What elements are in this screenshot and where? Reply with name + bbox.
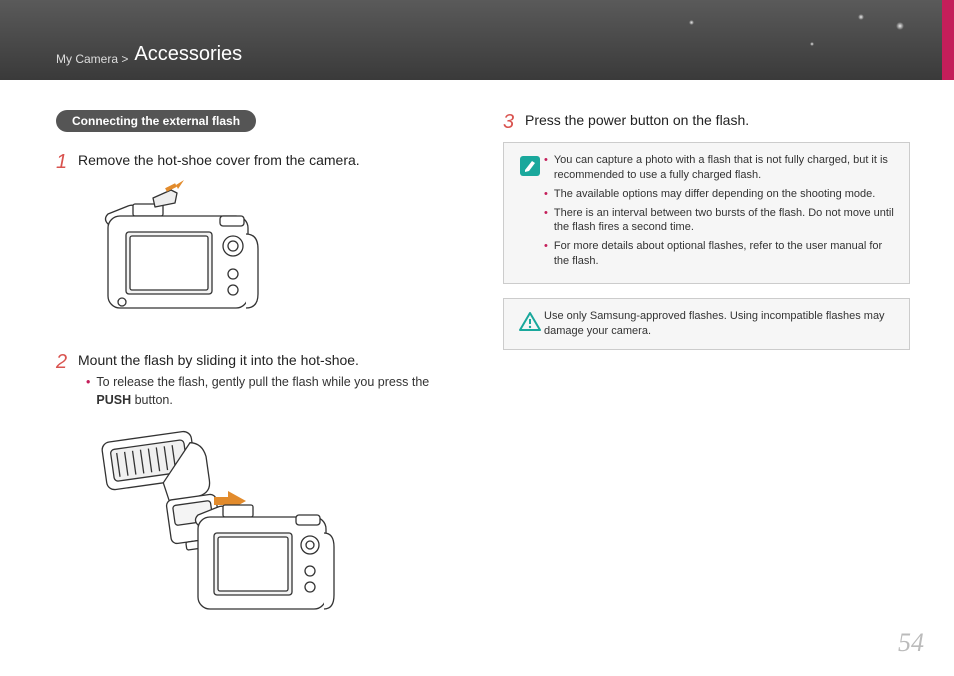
info-item: The available options may differ dependi… <box>544 187 897 202</box>
info-note-box: You can capture a photo with a flash tha… <box>503 142 910 284</box>
info-item: You can capture a photo with a flash tha… <box>544 153 897 183</box>
camera-illustration-1 <box>78 174 463 324</box>
sub-text-post: button. <box>131 393 173 407</box>
page-header: My Camera > Accessories <box>0 0 954 80</box>
note-icon <box>516 153 544 273</box>
sub-text-bold: PUSH <box>96 393 131 407</box>
step-number: 1 <box>56 150 78 342</box>
step-sub-bullet: To release the flash, gently pull the fl… <box>86 374 463 409</box>
camera-illustration-2 <box>78 419 463 629</box>
step-2: 2 Mount the flash by sliding it into the… <box>56 350 463 647</box>
left-column: Connecting the external flash 1 Remove t… <box>56 110 463 655</box>
breadcrumb-parent: My Camera > <box>56 52 128 66</box>
right-column: 3 Press the power button on the flash. Y… <box>503 110 910 655</box>
warning-note-box: Use only Samsung-approved flashes. Using… <box>503 298 910 350</box>
step-number: 3 <box>503 110 525 134</box>
section-label: Connecting the external flash <box>56 110 256 132</box>
warning-icon <box>516 309 544 339</box>
step-text: Mount the flash by sliding it into the h… <box>78 352 463 368</box>
page-number: 54 <box>898 628 924 658</box>
step-text: Remove the hot-shoe cover from the camer… <box>78 152 463 168</box>
info-list: You can capture a photo with a flash tha… <box>544 153 897 269</box>
warning-text: Use only Samsung-approved flashes. Using… <box>544 309 897 339</box>
sub-text-pre: To release the flash, gently pull the fl… <box>96 375 429 389</box>
step-3: 3 Press the power button on the flash. <box>503 110 910 134</box>
content-area: Connecting the external flash 1 Remove t… <box>0 80 954 655</box>
step-text: Press the power button on the flash. <box>525 112 910 128</box>
breadcrumb-title: Accessories <box>134 43 242 66</box>
info-item: For more details about optional flashes,… <box>544 239 897 269</box>
step-number: 2 <box>56 350 78 647</box>
info-item: There is an interval between two bursts … <box>544 206 897 236</box>
step-1: 1 Remove the hot-shoe cover from the cam… <box>56 150 463 342</box>
